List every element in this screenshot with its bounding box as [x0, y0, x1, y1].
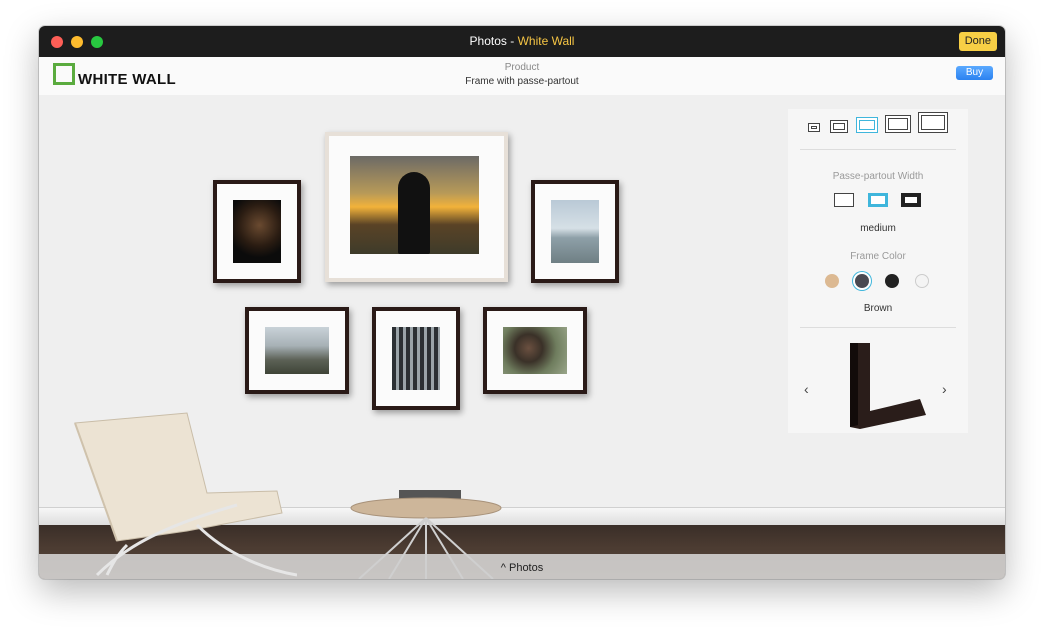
done-button[interactable]: Done — [958, 32, 997, 51]
buy-button[interactable]: Buy — [956, 66, 993, 80]
product-value[interactable]: Frame with passe-partout — [39, 76, 1005, 87]
frame-bottom-left[interactable] — [245, 307, 349, 394]
frame-color-black[interactable] — [885, 274, 899, 288]
frame-left-portrait[interactable] — [213, 180, 301, 283]
photo-building — [392, 327, 440, 390]
divider — [800, 327, 956, 328]
photo-sunset-portrait — [350, 156, 479, 254]
chevron-right-icon[interactable]: › — [942, 381, 947, 397]
window-title: Photos - White Wall — [39, 34, 1005, 48]
lounge-chair-illustration — [74, 412, 297, 577]
frame-bottom-center[interactable] — [372, 307, 460, 410]
wall-preview: ^ Photos Passe-partout Width medium Fram… — [39, 95, 1005, 579]
photo-coastline — [265, 327, 329, 374]
frame-color-wood[interactable] — [825, 274, 839, 288]
photo-pier — [551, 200, 599, 263]
frame-center-large[interactable] — [325, 132, 508, 282]
frame-color-value: Brown — [863, 303, 893, 314]
product-header: WHITE WALL Product Frame with passe-part… — [39, 57, 1005, 95]
passepartout-thin[interactable] — [834, 193, 854, 207]
title-separator: - — [506, 34, 518, 48]
title-app: Photos — [469, 34, 507, 48]
size-option-m[interactable] — [856, 117, 878, 133]
frame-color-brown[interactable] — [855, 274, 869, 288]
size-option-xl[interactable] — [918, 112, 948, 133]
size-option-s[interactable] — [830, 120, 848, 133]
frame-color-white[interactable] — [915, 274, 929, 288]
size-option-xs[interactable] — [808, 123, 820, 132]
passepartout-medium[interactable] — [868, 193, 888, 207]
product-label: Product — [504, 62, 540, 73]
size-option-l[interactable] — [885, 115, 911, 133]
title-bar: Photos - White Wall Done — [39, 26, 1005, 57]
frame-options-panel: Passe-partout Width medium Frame Color B… — [788, 109, 968, 433]
chevron-left-icon[interactable]: ‹ — [804, 381, 809, 397]
photo-portrait — [233, 200, 281, 263]
frame-profile-preview — [850, 343, 926, 429]
frame-color-label: Frame Color — [850, 251, 906, 262]
title-extension: White Wall — [517, 34, 575, 48]
divider — [800, 149, 956, 150]
passepartout-wide[interactable] — [901, 193, 921, 207]
photos-drawer-button[interactable]: ^ Photos — [39, 562, 1005, 574]
photo-woman — [503, 327, 567, 374]
frame-bottom-right[interactable] — [483, 307, 587, 394]
frame-right-pier[interactable] — [531, 180, 619, 283]
passepartout-value: medium — [860, 223, 896, 234]
app-window: Photos - White Wall Done WHITE WALL Prod… — [39, 26, 1005, 579]
passepartout-label: Passe-partout Width — [832, 171, 924, 182]
